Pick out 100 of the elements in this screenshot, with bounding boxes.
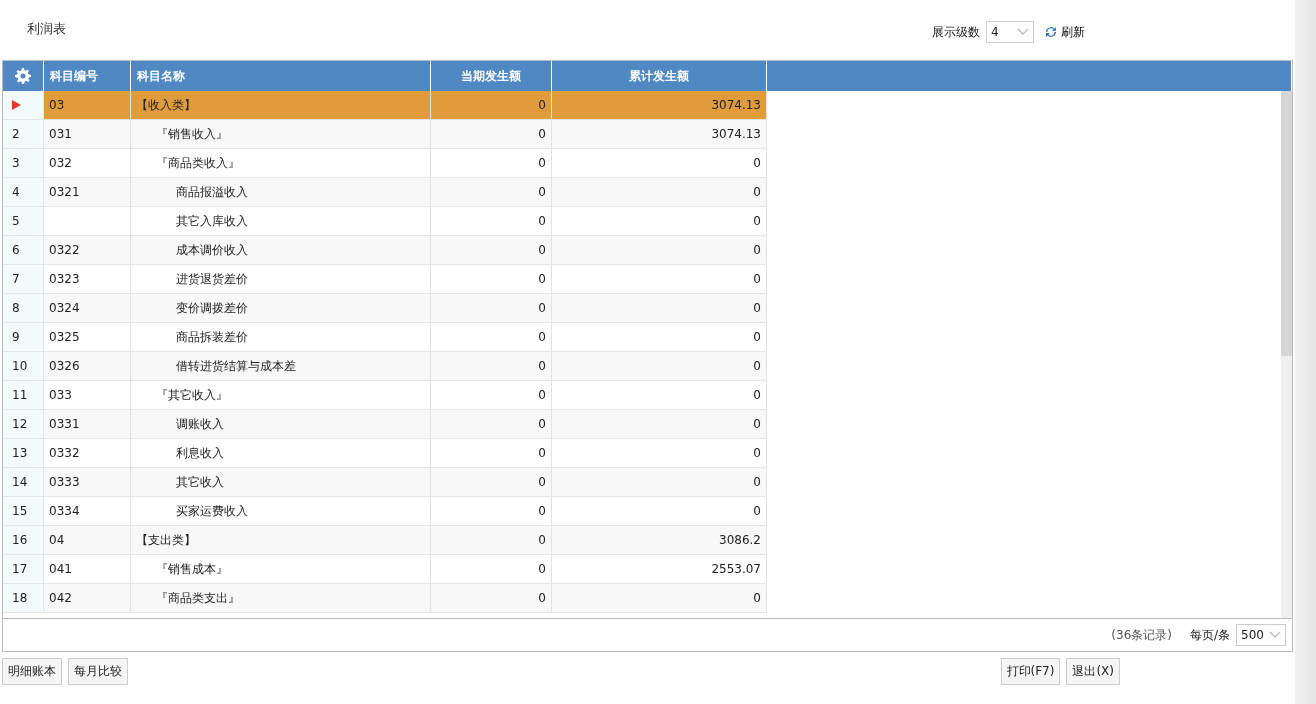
table-cell: 0 [552,323,767,352]
table-cell: 0325 [44,323,131,352]
table-cell: 03 [44,91,131,120]
action-button[interactable]: 退出(X) [1066,658,1120,685]
table-cell: 变价调拨差价 [131,294,431,323]
table-cell: 0 [431,120,552,149]
chevron-down-icon [1269,631,1281,639]
table-cell: 032 [44,149,131,178]
table-cell: 0 [431,439,552,468]
page-size-dropdown[interactable]: 500 [1236,624,1286,646]
table-cell: 【收入类】 [131,91,431,120]
row-number: 6 [12,243,20,257]
table-cell: 其它收入 [131,468,431,497]
chevron-down-icon [1017,28,1029,36]
row-number: 15 [12,504,28,518]
refresh-icon [1044,25,1058,39]
table-cell: 0332 [44,439,131,468]
table-cell: 0 [552,468,767,497]
table-cell: 3074.13 [552,91,767,120]
row-number: 16 [12,533,28,547]
table-cell: 04 [44,526,131,555]
row-number: 12 [12,417,28,431]
table-cell: 0 [431,207,552,236]
table-cell: 0 [431,265,552,294]
table-cell: 0 [431,352,552,381]
row-number: 2 [12,127,20,141]
table-cell: 0 [552,497,767,526]
row-number: 5 [12,214,20,228]
table-cell: 3086.2 [552,526,767,555]
table-cell: 0 [431,294,552,323]
table-cell: 033 [44,381,131,410]
row-number: 17 [12,562,28,576]
table-cell: 0 [431,323,552,352]
table-cell: 进货退货差价 [131,265,431,294]
row-number: 8 [12,301,20,315]
table-cell: 商品拆装差价 [131,323,431,352]
page-title: 利润表 [27,20,66,38]
row-number: 7 [12,272,20,286]
table-cell: 『商品类支出』 [131,584,431,613]
row-number: 10 [12,359,28,373]
table-cell: 『商品类收入』 [131,149,431,178]
table-cell: 0334 [44,497,131,526]
table-cell: 利息收入 [131,439,431,468]
table-cell: 『销售成本』 [131,555,431,584]
table-cell: 0 [552,294,767,323]
row-number: 4 [12,185,20,199]
table-cell: 0 [552,352,767,381]
level-dropdown[interactable]: 4 [986,21,1034,43]
table-cell: 0 [431,584,552,613]
table-cell: 0 [552,178,767,207]
record-count: (36条记录) [1111,626,1172,644]
row-number: 11 [12,388,28,402]
table-cell: 0324 [44,294,131,323]
table-cell: 0 [552,410,767,439]
page-size-label: 每页/条 [1189,626,1230,644]
action-button[interactable]: 打印(F7) [1000,658,1061,685]
table-cell: 0326 [44,352,131,381]
scrollbar[interactable] [1281,91,1292,618]
table-cell: 0 [552,265,767,294]
table-cell: 『销售收入』 [131,120,431,149]
row-number: 9 [12,330,20,344]
refresh-button[interactable]: 刷新 [1044,23,1085,41]
table-cell: 0 [552,439,767,468]
row-number: 18 [12,591,28,605]
row-number: 14 [12,475,28,489]
table-cell: 0 [552,236,767,265]
table-cell: 0 [431,178,552,207]
table-cell: 借转进货结算与成本差 [131,352,431,381]
scrollbar-thumb[interactable] [1281,91,1292,356]
table-cell: 0 [431,91,552,120]
action-button[interactable]: 每月比较 [68,658,128,685]
table-cell: 0 [431,555,552,584]
table-cell: 买家运费收入 [131,497,431,526]
table-cell: 0 [552,207,767,236]
table-cell: 0 [431,236,552,265]
table-cell: 0322 [44,236,131,265]
table-cell: 042 [44,584,131,613]
table-cell: 031 [44,120,131,149]
table-cell: 调账收入 [131,410,431,439]
table-cell: 0 [431,410,552,439]
settings-icon [15,68,31,84]
table-cell: 0 [431,526,552,555]
table-cell: 0 [431,468,552,497]
table-cell: 0 [552,584,767,613]
table-cell: 『其它收入』 [131,381,431,410]
table-cell: 041 [44,555,131,584]
row-number: 13 [12,446,28,460]
table-cell: 其它入库收入 [131,207,431,236]
table-cell: 0 [431,149,552,178]
table-cell: 【支出类】 [131,526,431,555]
table-cell: 0333 [44,468,131,497]
table-cell: 0331 [44,410,131,439]
table-cell: 0 [431,497,552,526]
table-cell: 商品报溢收入 [131,178,431,207]
row-number: 3 [12,156,20,170]
table-cell: 0 [552,381,767,410]
table-cell: 0323 [44,265,131,294]
table-cell: 0 [552,149,767,178]
level-label: 展示级数 [932,23,980,41]
action-button[interactable]: 明细账本 [2,658,62,685]
